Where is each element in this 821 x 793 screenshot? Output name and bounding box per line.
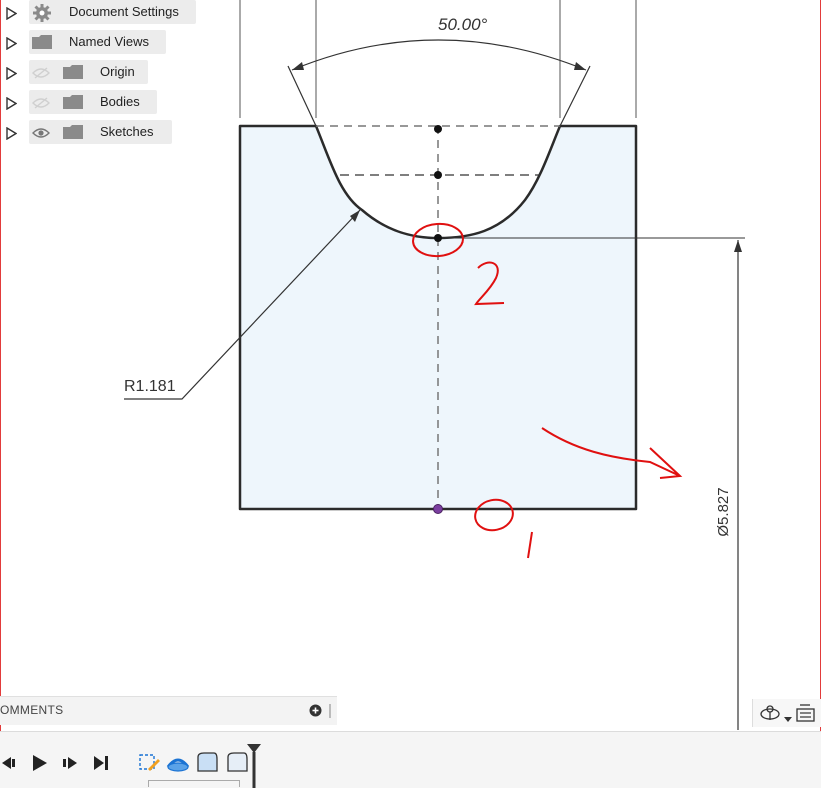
browser-item-named-views[interactable]: Named Views (0, 30, 166, 56)
sketch-point-bottom-arc[interactable] (434, 234, 442, 242)
folder-icon (63, 65, 83, 84)
browser-item-label: Bodies (100, 94, 140, 109)
angle-arrow-right (574, 62, 586, 70)
annotation-number-1-stroke (527, 531, 533, 559)
eye-icon[interactable] (32, 126, 50, 144)
browser-item-sketches[interactable]: Sketches (0, 120, 172, 146)
timeline-track (148, 780, 240, 787)
sketch-point-top[interactable] (434, 125, 442, 133)
display-settings-icon[interactable] (795, 703, 817, 728)
origin-point[interactable] (433, 504, 443, 514)
angle-dimension-text[interactable]: 50.00° (438, 15, 488, 34)
play-icon[interactable] (32, 754, 48, 777)
sketch-point-mid[interactable] (434, 171, 442, 179)
browser-item-label: Sketches (100, 124, 154, 139)
chevron-down-icon[interactable] (784, 710, 792, 728)
timeline-feature-revolve-icon[interactable] (166, 751, 190, 778)
expand-arrow-icon[interactable] (5, 66, 17, 80)
folder-icon (63, 95, 83, 114)
timeline-feature-body-icon[interactable] (196, 751, 218, 778)
go-to-end-icon[interactable] (93, 755, 109, 776)
expand-arrow-icon[interactable] (5, 6, 17, 20)
browser-item-label: Named Views (69, 34, 149, 49)
timeline-bar (0, 731, 821, 788)
browser-item-label: Document Settings (69, 4, 179, 19)
panel-resize-handle[interactable] (329, 704, 331, 718)
gear-icon (32, 3, 52, 28)
expand-arrow-icon[interactable] (5, 36, 17, 50)
expand-arrow-icon[interactable] (5, 126, 17, 140)
browser-item-origin[interactable]: Origin (0, 60, 148, 86)
step-forward-icon[interactable] (62, 756, 78, 775)
sketch-canvas[interactable]: 50.00° R1.181 Ø5.827 2 1 (0, 0, 821, 787)
timeline-feature-sketch-icon[interactable] (138, 751, 160, 778)
radius-dimension-text[interactable]: R1.181 (124, 378, 176, 395)
navigation-toolbar (752, 699, 821, 727)
comments-panel[interactable]: OMMENTS (0, 696, 337, 725)
browser-item-label: Origin (100, 64, 135, 79)
browser-item-bodies[interactable]: Bodies (0, 90, 157, 116)
diameter-dimension-text[interactable]: Ø5.827 (715, 487, 732, 536)
comments-label: OMMENTS (0, 703, 64, 717)
angle-dimension-arc[interactable] (291, 39, 587, 71)
hidden-eye-icon[interactable] (32, 96, 50, 114)
orbit-icon[interactable] (759, 703, 781, 728)
hidden-eye-icon[interactable] (32, 66, 50, 84)
browser-item-document-settings[interactable]: Document Settings (0, 0, 196, 26)
timeline-feature-body-icon-2[interactable] (226, 751, 248, 778)
angle-leg-left (287, 65, 317, 127)
angle-arrow-left (292, 62, 304, 70)
folder-icon (63, 125, 83, 144)
folder-icon (32, 35, 52, 54)
timeline-marker-handle[interactable] (246, 744, 262, 793)
add-comment-icon[interactable] (309, 704, 322, 717)
step-back-icon[interactable] (2, 756, 18, 775)
angle-leg-right (559, 65, 591, 127)
diameter-arrow-top (734, 240, 742, 252)
expand-arrow-icon[interactable] (5, 96, 17, 110)
